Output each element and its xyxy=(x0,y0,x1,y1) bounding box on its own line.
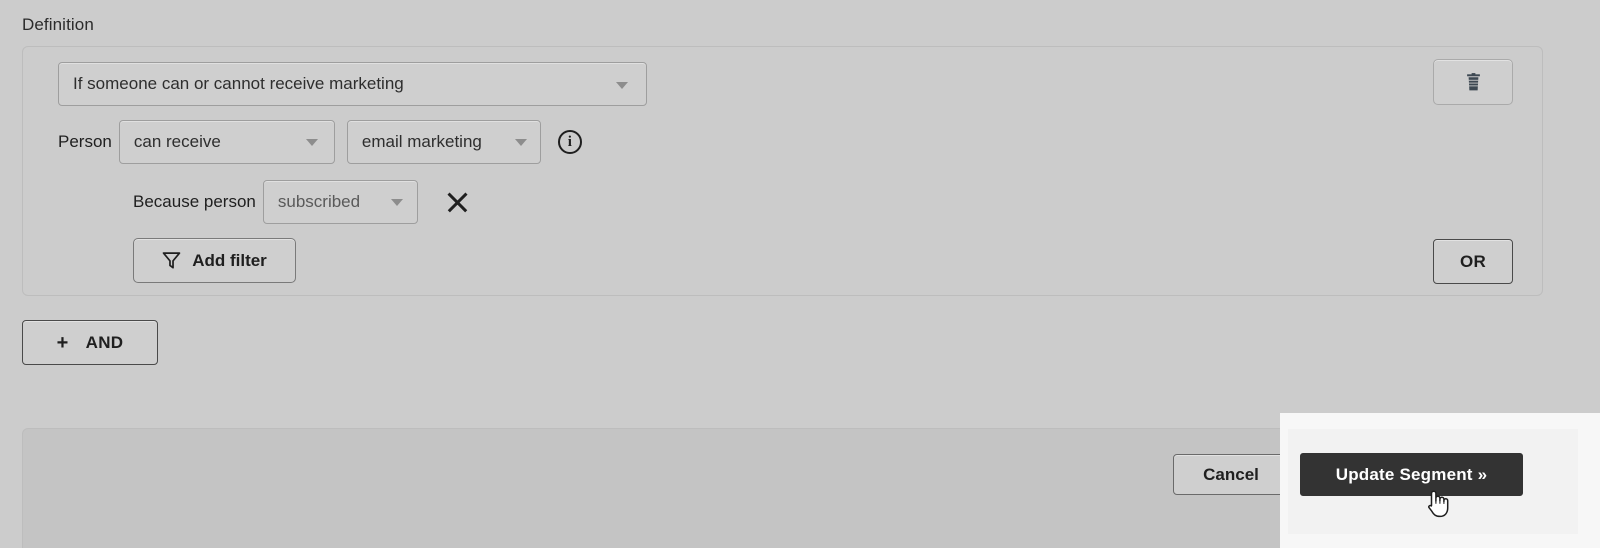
add-filter-label: Add filter xyxy=(192,250,267,270)
add-filter-button[interactable]: Add filter xyxy=(133,238,296,283)
because-reason-value: subscribed xyxy=(277,192,361,211)
info-circle-icon[interactable]: i xyxy=(557,130,582,154)
definition-card: If someone can or cannot receive marketi… xyxy=(22,46,1543,296)
marketing-channel-select[interactable]: email marketing xyxy=(346,120,541,164)
main-condition-select[interactable]: If someone can or cannot receive marketi… xyxy=(58,62,647,106)
person-condition-value: can receive xyxy=(133,132,221,151)
update-segment-button[interactable]: Update Segment » xyxy=(1300,453,1523,496)
or-button-label: OR xyxy=(1459,251,1487,271)
chevron-down-icon xyxy=(390,198,403,206)
update-segment-label: Update Segment » xyxy=(1335,464,1488,484)
chevron-down-icon xyxy=(305,138,318,146)
trash-icon xyxy=(1466,73,1480,91)
info-glyph: i xyxy=(567,133,572,150)
plus-icon: + xyxy=(56,331,69,354)
because-person-row: Because person subscribed xyxy=(133,180,470,224)
person-row-label: Person xyxy=(58,132,112,151)
cancel-button-label: Cancel xyxy=(1203,464,1259,484)
because-person-label: Because person xyxy=(133,192,256,211)
funnel-filter-icon xyxy=(162,252,181,269)
or-operator-button[interactable]: OR xyxy=(1433,239,1513,284)
main-condition-value: If someone can or cannot receive marketi… xyxy=(73,74,404,93)
because-reason-select[interactable]: subscribed xyxy=(262,180,418,224)
person-condition-select[interactable]: can receive xyxy=(118,120,335,164)
close-x-icon[interactable] xyxy=(444,189,470,215)
chevron-down-icon xyxy=(616,82,628,89)
marketing-channel-value: email marketing xyxy=(361,132,482,151)
and-button-label: AND xyxy=(85,332,124,352)
delete-group-button[interactable] xyxy=(1433,59,1513,105)
cancel-button[interactable]: Cancel xyxy=(1173,454,1289,495)
page-title: Definition xyxy=(22,15,94,34)
chevron-down-icon xyxy=(514,138,527,146)
person-condition-row: Person can receive email marketing i xyxy=(58,120,582,164)
and-operator-button[interactable]: + AND xyxy=(22,320,158,365)
